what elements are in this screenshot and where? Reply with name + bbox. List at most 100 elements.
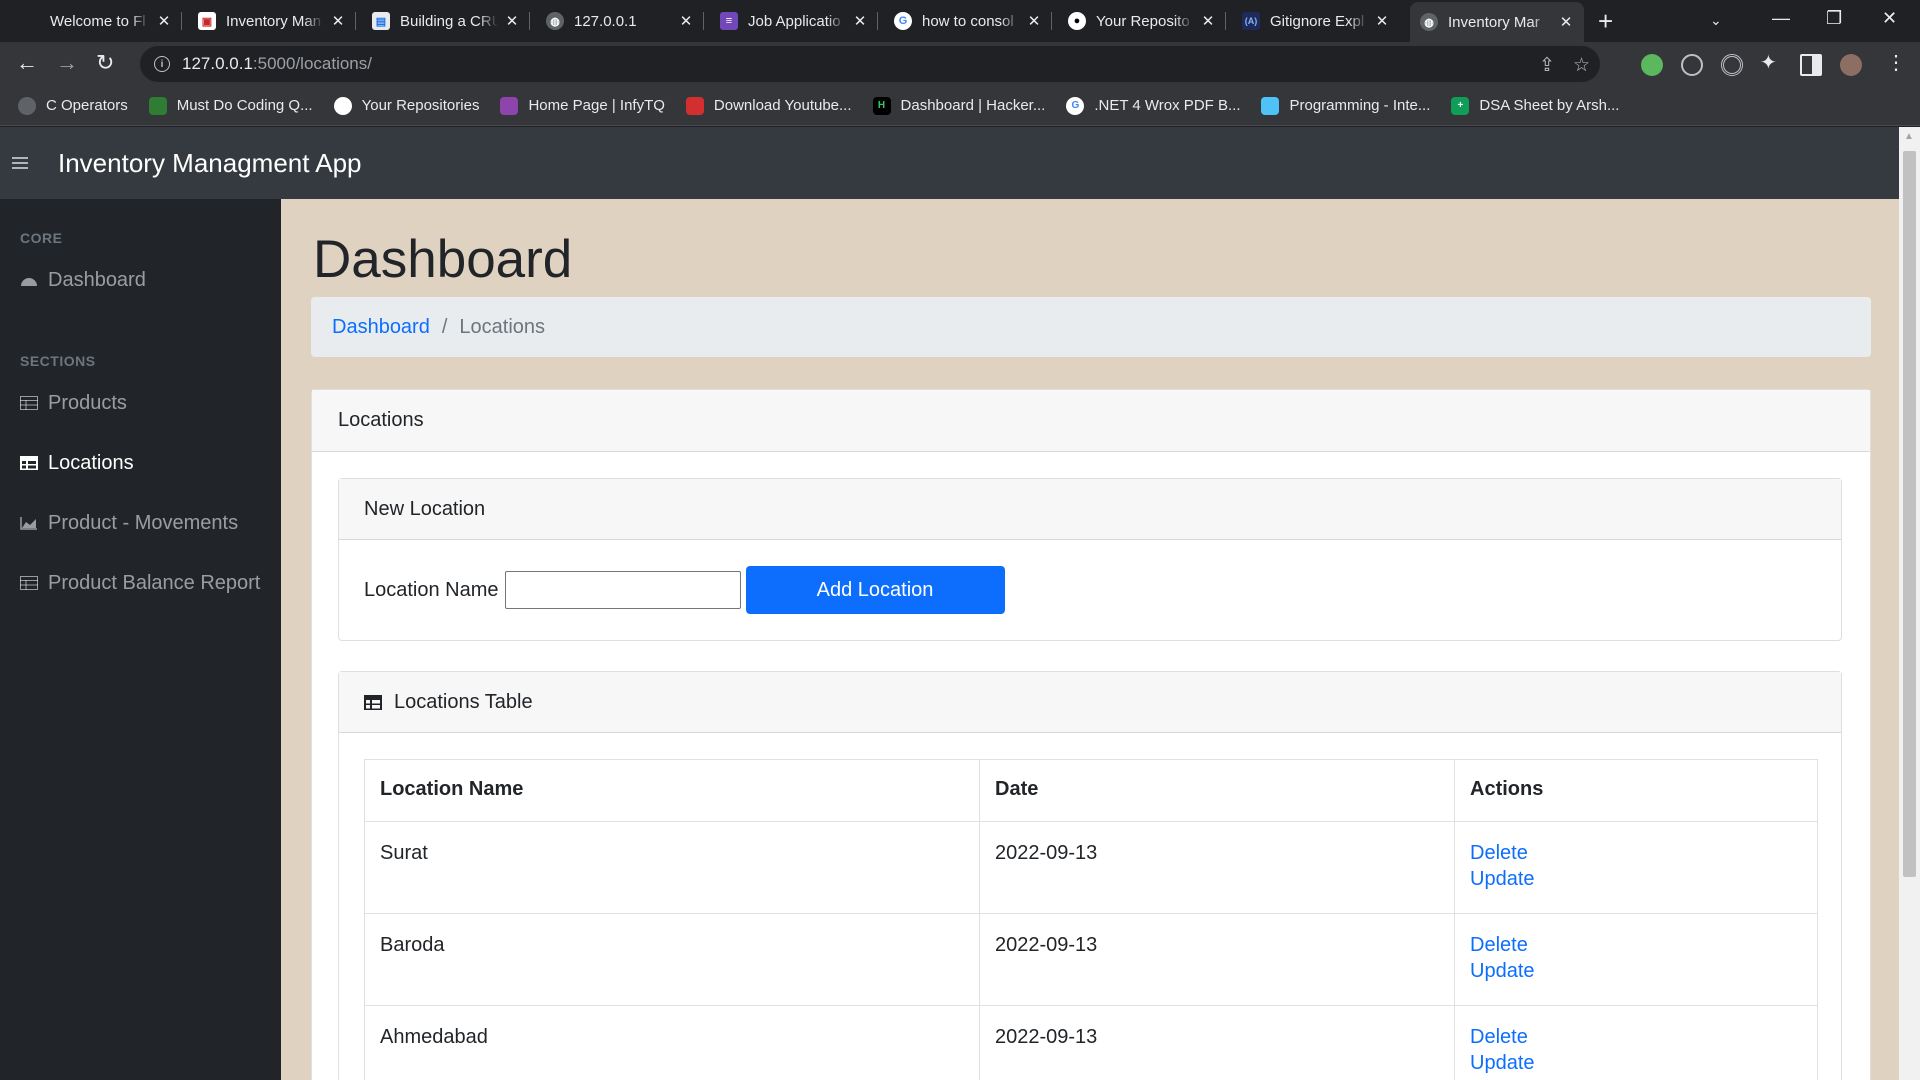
close-icon[interactable]: ✕ bbox=[330, 12, 346, 30]
locations-table-title: Locations Table bbox=[394, 690, 533, 713]
bookmark-item[interactable]: Home Page | InfyTQ bbox=[500, 96, 665, 115]
forward-arrow-icon[interactable]: → bbox=[56, 51, 78, 75]
infytq-icon bbox=[500, 96, 519, 115]
tab-title: Gitignore Expl bbox=[1270, 12, 1365, 30]
target-icon[interactable] bbox=[1721, 54, 1743, 76]
close-icon[interactable]: ✕ bbox=[678, 12, 694, 30]
close-icon[interactable]: ✕ bbox=[852, 12, 868, 30]
globe-icon bbox=[18, 96, 36, 115]
close-icon[interactable]: ✕ bbox=[1026, 12, 1042, 30]
chart-area-icon bbox=[20, 517, 37, 530]
tab-search-icon[interactable]: ⌄ bbox=[1710, 12, 1722, 29]
sidebar-item-locations[interactable]: Locations bbox=[0, 433, 281, 493]
new-tab-button[interactable]: + bbox=[1598, 8, 1613, 34]
minimize-button[interactable]: — bbox=[1772, 8, 1790, 29]
new-location-form: Location Name Add Location bbox=[339, 540, 1841, 640]
close-icon[interactable]: ✕ bbox=[1374, 12, 1390, 30]
close-icon[interactable]: ✕ bbox=[156, 12, 172, 30]
update-link[interactable]: Update bbox=[1470, 1048, 1802, 1078]
close-icon[interactable]: ✕ bbox=[1558, 13, 1574, 31]
update-link[interactable]: Update bbox=[1470, 864, 1802, 894]
extension-plus-icon[interactable] bbox=[1641, 54, 1663, 76]
close-icon[interactable]: ✕ bbox=[1200, 12, 1216, 30]
cell-location-name: Surat bbox=[364, 821, 980, 914]
breadcrumb-separator: / bbox=[441, 315, 448, 338]
browser-tab[interactable]: (A) Gitignore Expl ✕ bbox=[1232, 4, 1400, 38]
breadcrumb-current: Locations bbox=[459, 315, 546, 338]
bookmark-item[interactable]: + DSA Sheet by Arsh... bbox=[1451, 96, 1619, 115]
page-scrollbar[interactable]: ▲ bbox=[1899, 127, 1920, 1080]
bookmark-label: Your Repositories bbox=[361, 97, 480, 114]
close-window-button[interactable]: ✕ bbox=[1882, 8, 1897, 29]
sidebar-item-dashboard[interactable]: Dashboard bbox=[0, 250, 281, 310]
menu-dots-icon[interactable]: ⋮ bbox=[1886, 51, 1906, 75]
bookmark-item[interactable]: Your Repositories bbox=[333, 96, 480, 115]
address-bar[interactable]: i 127.0.0.1:5000/locations/ ⇪ ☆ bbox=[140, 46, 1600, 82]
app-brand[interactable]: Inventory Managment App bbox=[58, 148, 362, 179]
table-header-row: Location Name Date Actions bbox=[364, 759, 1818, 822]
breadcrumb: Dashboard / Locations bbox=[311, 297, 1871, 357]
puzzle-icon[interactable]: ✦ bbox=[1760, 51, 1777, 75]
main-content: Dashboard Dashboard / Locations Location… bbox=[281, 199, 1899, 1080]
tab-title: Job Applicatio bbox=[748, 12, 841, 30]
share-icon[interactable]: ⇪ bbox=[1539, 54, 1555, 77]
box-icon: ▣ bbox=[198, 12, 216, 30]
tab-title: Your Reposito bbox=[1096, 12, 1190, 30]
sidebar-item-product-balance-report[interactable]: Product Balance Report bbox=[0, 553, 281, 613]
bookmark-item[interactable]: Download Youtube... bbox=[685, 96, 852, 115]
github-icon: ● bbox=[1068, 12, 1086, 30]
code-icon: (A) bbox=[1242, 12, 1260, 30]
add-location-button[interactable]: Add Location bbox=[745, 566, 1005, 614]
bookmark-item[interactable]: Programming - Inte... bbox=[1261, 96, 1431, 115]
article-icon: ▤ bbox=[372, 12, 390, 30]
sidebar-item-product-movements[interactable]: Product - Movements bbox=[0, 493, 281, 553]
browser-tab[interactable]: ● Your Reposito ✕ bbox=[1058, 4, 1226, 38]
bookmark-item[interactable]: G .NET 4 Wrox PDF B... bbox=[1066, 96, 1241, 115]
location-name-label: Location Name bbox=[364, 578, 499, 601]
close-icon[interactable]: ✕ bbox=[504, 12, 520, 30]
bookmark-item[interactable]: Must Do Coding Q... bbox=[148, 96, 313, 115]
github-icon bbox=[333, 96, 352, 115]
browser-tab[interactable]: ≡ Job Applicatio ✕ bbox=[710, 4, 878, 38]
browser-tab-active[interactable]: ◍ Inventory Mar ✕ bbox=[1410, 2, 1584, 42]
info-icon[interactable]: i bbox=[154, 56, 170, 72]
scrollbar-thumb[interactable] bbox=[1903, 151, 1916, 877]
new-location-card: New Location Location Name Add Location bbox=[338, 478, 1842, 641]
scroll-up-arrow-icon[interactable]: ▲ bbox=[1904, 131, 1914, 142]
breadcrumb-dashboard-link[interactable]: Dashboard bbox=[332, 316, 430, 339]
sidebar-heading-core: CORE bbox=[20, 230, 63, 246]
browser-tab[interactable]: G how to consol ✕ bbox=[884, 4, 1052, 38]
sidebar-item-label: Dashboard bbox=[48, 268, 146, 291]
url-path: :5000/locations/ bbox=[252, 54, 372, 73]
browser-tab[interactable]: ◍ 127.0.0.1 ✕ bbox=[536, 4, 704, 38]
browser-tab[interactable]: ▤ Building a CRU ✕ bbox=[362, 4, 530, 38]
bookmarks-bar: C Operators Must Do Coding Q... Your Rep… bbox=[0, 86, 1920, 126]
bookmark-item[interactable]: C Operators bbox=[18, 96, 128, 115]
tab-title: 127.0.0.1 bbox=[574, 12, 637, 30]
browser-tab[interactable]: Welcome to Fl ✕ bbox=[40, 4, 182, 38]
side-panel-icon[interactable] bbox=[1800, 54, 1822, 76]
url-host: 127.0.0.1 bbox=[182, 54, 253, 73]
update-link[interactable]: Update bbox=[1470, 956, 1802, 986]
bookmark-item[interactable]: H Dashboard | Hacker... bbox=[872, 96, 1045, 115]
tab-title: Inventory Man bbox=[226, 12, 322, 30]
sidebar-heading-sections: SECTIONS bbox=[20, 353, 96, 369]
table-icon bbox=[20, 576, 38, 590]
back-arrow-icon[interactable]: ← bbox=[16, 51, 38, 75]
star-icon[interactable]: ☆ bbox=[1573, 54, 1590, 77]
avatar[interactable] bbox=[1840, 54, 1862, 76]
location-name-input[interactable] bbox=[504, 571, 741, 609]
restore-button[interactable]: ❐ bbox=[1826, 8, 1842, 29]
react-devtools-icon[interactable] bbox=[1681, 54, 1703, 76]
locations-table-card: Locations Table Location Name Date Actio… bbox=[338, 671, 1842, 1080]
mountain-icon bbox=[1261, 96, 1280, 115]
reload-icon[interactable]: ↻ bbox=[96, 51, 114, 75]
bookmark-label: Programming - Inte... bbox=[1289, 97, 1431, 114]
sidebar-item-products[interactable]: Products bbox=[0, 373, 281, 433]
hamburger-icon[interactable] bbox=[12, 157, 28, 169]
bookmark-label: .NET 4 Wrox PDF B... bbox=[1094, 97, 1241, 114]
sheets-icon: + bbox=[1451, 96, 1470, 115]
google-icon: G bbox=[1066, 96, 1085, 115]
cell-date: 2022-09-13 bbox=[979, 1005, 1455, 1080]
browser-tab[interactable]: ▣ Inventory Man ✕ bbox=[188, 4, 356, 38]
